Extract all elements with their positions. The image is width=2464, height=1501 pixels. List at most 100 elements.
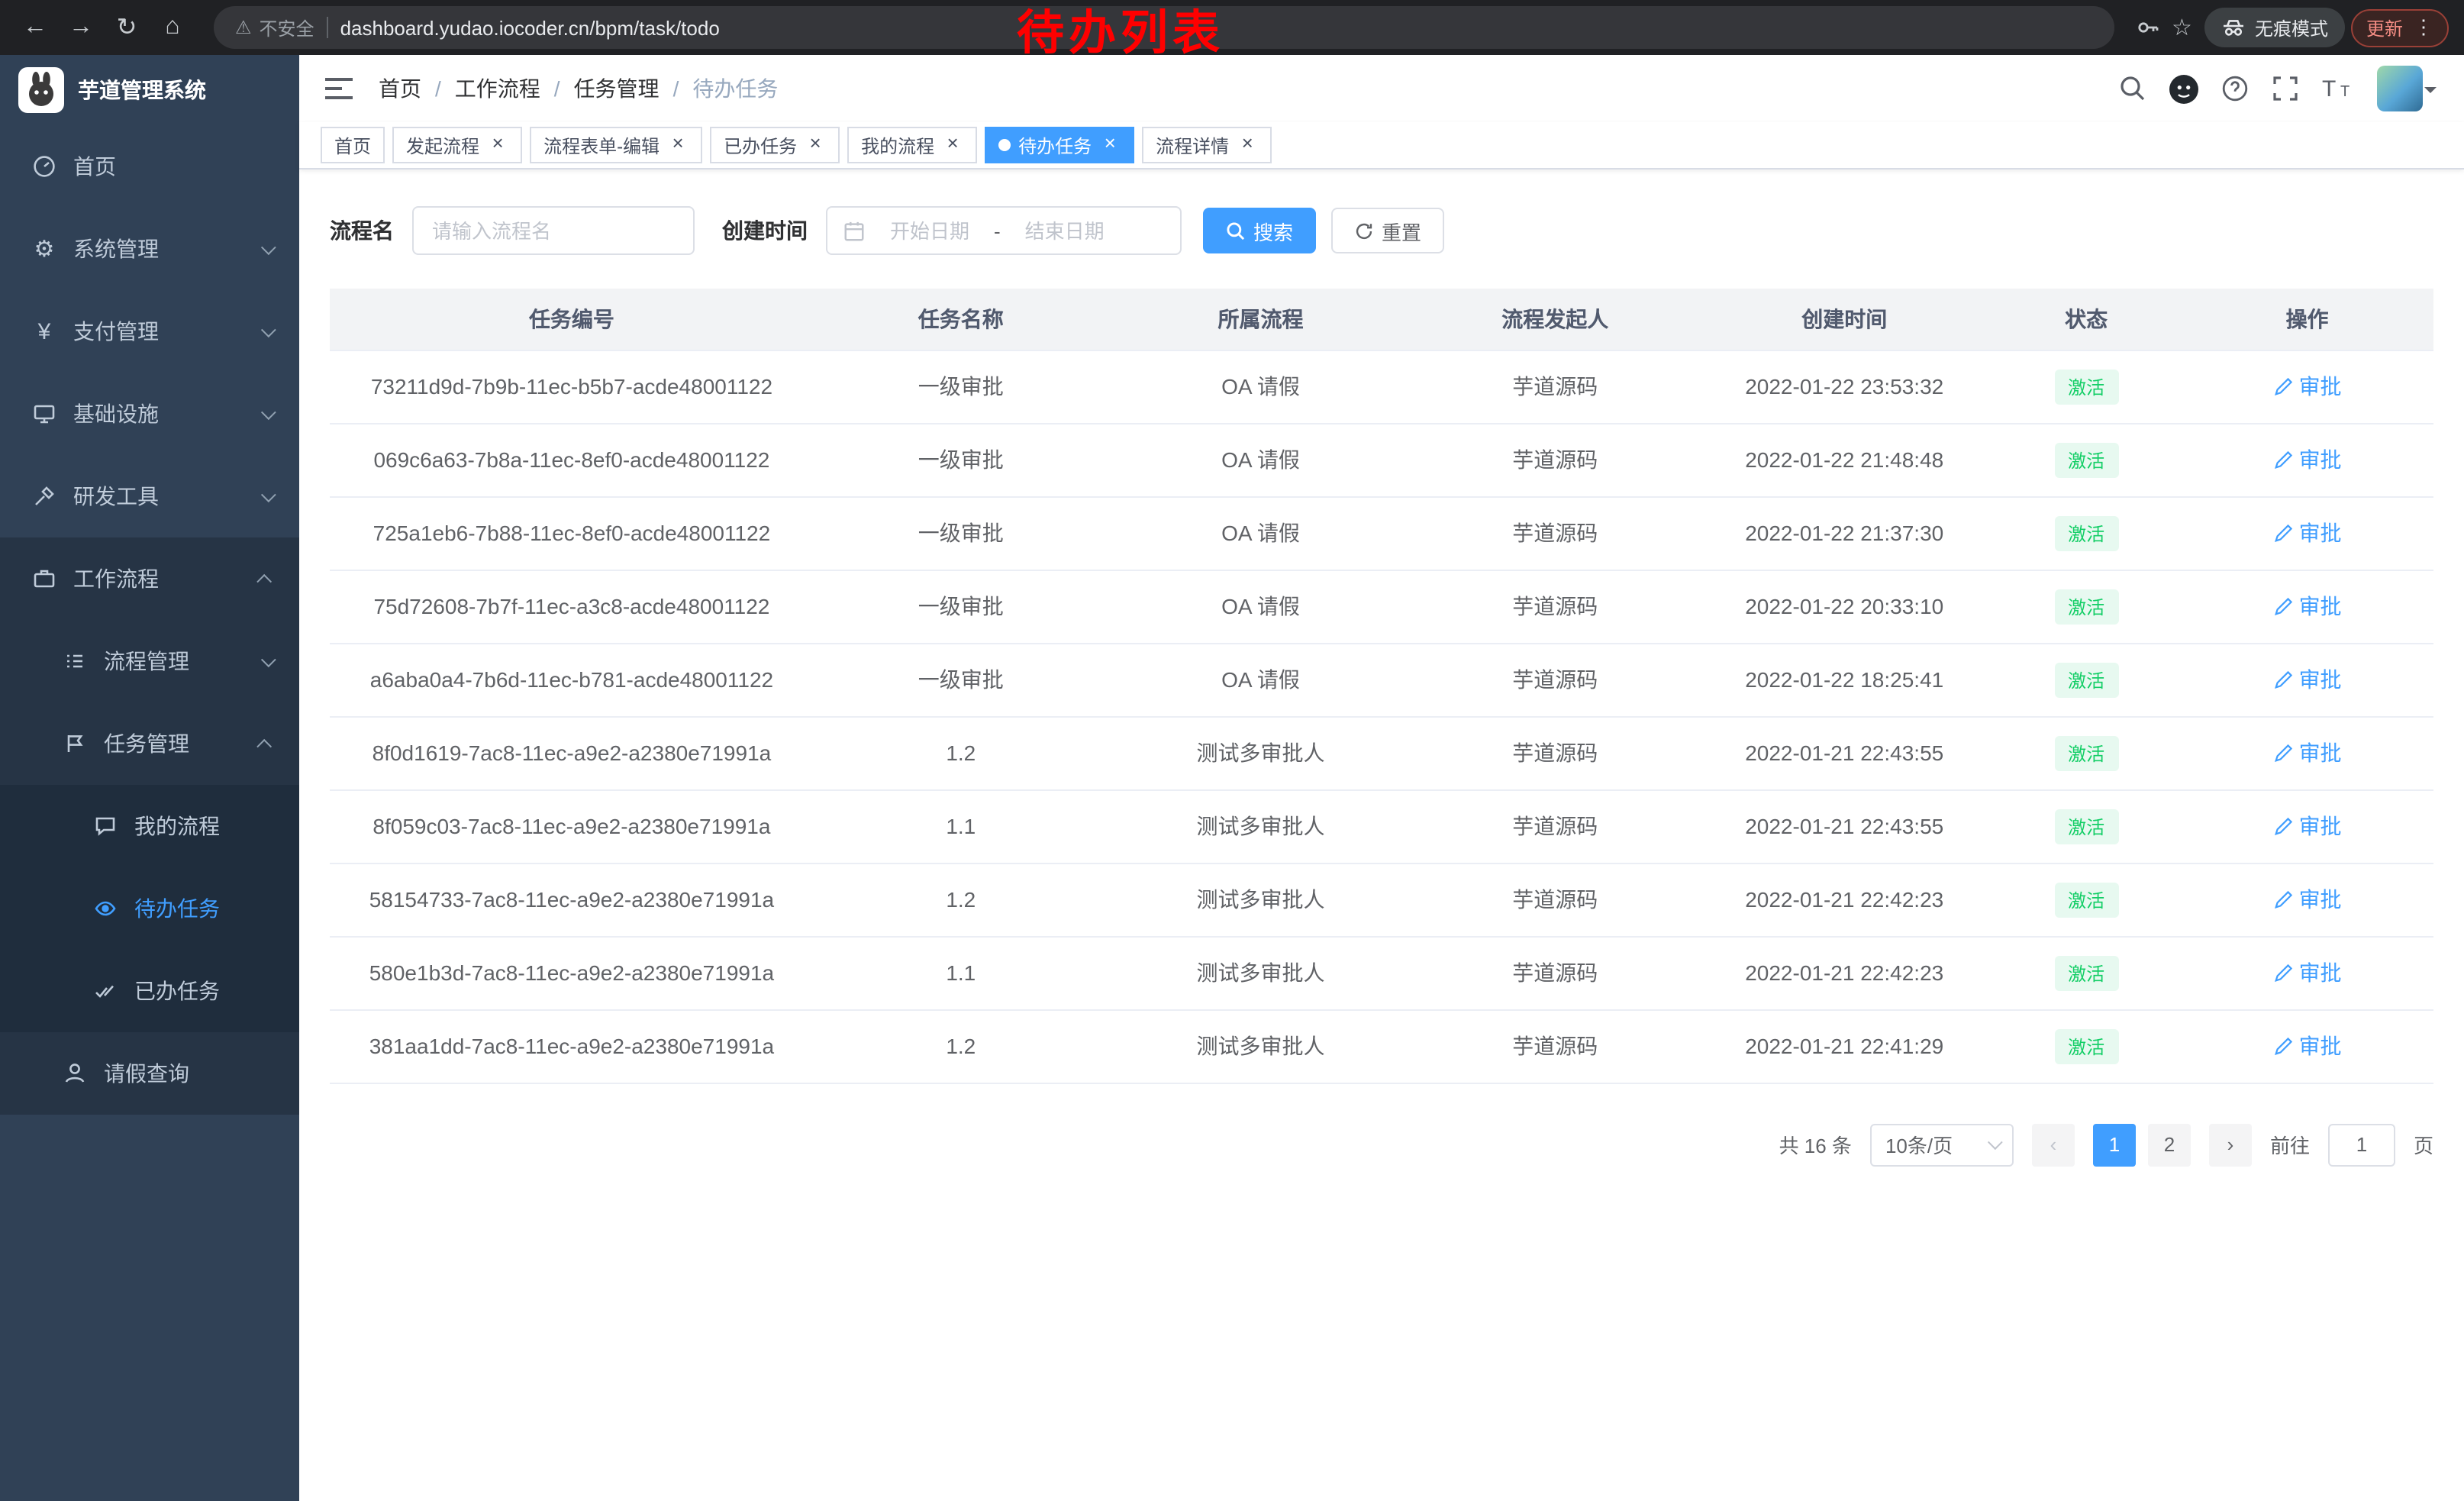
browser-update-chip[interactable]: 更新 ⋮ — [2351, 8, 2449, 47]
approve-link[interactable]: 审批 — [2273, 371, 2342, 402]
breadcrumb-workflow[interactable]: 工作流程 — [455, 73, 540, 104]
col-initiator: 流程发起人 — [1413, 289, 1697, 350]
tab-已办任务[interactable]: 已办任务 × — [710, 127, 840, 163]
user-menu[interactable] — [2377, 66, 2437, 111]
tab-close-icon[interactable]: × — [487, 134, 508, 156]
approve-link[interactable]: 审批 — [2273, 1031, 2342, 1061]
browser-menu-icon[interactable]: ⋮ — [2414, 15, 2433, 40]
bookmark-star-icon[interactable]: ☆ — [2172, 14, 2192, 41]
tab-待办任务[interactable]: 待办任务× — [985, 127, 1134, 163]
app-title: 芋道管理系统 — [78, 75, 206, 105]
reset-button[interactable]: 重置 — [1331, 208, 1444, 253]
header-actions: TT — [2119, 66, 2437, 111]
tab-首页[interactable]: 首页 — [321, 127, 385, 163]
tab-流程表单-编辑[interactable]: 流程表单-编辑× — [530, 127, 702, 163]
page-button-1[interactable]: 1 — [2093, 1123, 2136, 1166]
sidebar-item-label: 首页 — [73, 151, 116, 182]
key-icon[interactable] — [2135, 15, 2159, 40]
sidebar-item-payment-mgmt[interactable]: ¥ 支付管理 — [0, 290, 299, 373]
font-size-icon[interactable]: TT — [2322, 75, 2354, 102]
app-logo[interactable]: 芋道管理系统 — [0, 55, 299, 125]
sidebar-item-workflow[interactable]: 工作流程 — [0, 537, 299, 620]
approve-link[interactable]: 审批 — [2273, 884, 2342, 915]
svg-text:T: T — [2340, 83, 2350, 100]
sidebar-item-system-mgmt[interactable]: ⚙ 系统管理 — [0, 208, 299, 290]
logo-image — [18, 67, 64, 113]
approve-link[interactable]: 审批 — [2273, 518, 2342, 548]
approve-link[interactable]: 审批 — [2273, 738, 2342, 768]
approve-label: 审批 — [2299, 738, 2342, 768]
sidebar-item-process-mgmt[interactable]: 流程管理 — [0, 620, 299, 702]
task-id-cell: 381aa1dd-7ac8-11ec-a9e2-a2380e71991a — [330, 1009, 814, 1083]
browser-refresh-icon[interactable]: ↻ — [107, 8, 147, 47]
search-button[interactable]: 搜索 — [1203, 208, 1316, 253]
prev-page-button[interactable]: ‹ — [2032, 1123, 2075, 1166]
status-badge: 激活 — [2054, 882, 2118, 917]
date-range-separator: - — [994, 219, 1001, 242]
sidebar-item-task-mgmt[interactable]: 任务管理 — [0, 702, 299, 785]
tab-label: 已办任务 — [724, 132, 797, 158]
url-text[interactable]: dashboard.yudao.iocoder.cn/bpm/task/todo — [340, 16, 720, 39]
search-icon[interactable] — [2119, 75, 2146, 102]
page-button-2[interactable]: 2 — [2148, 1123, 2191, 1166]
browser-home-icon[interactable]: ⌂ — [153, 8, 192, 47]
action-cell: 审批 — [2181, 423, 2433, 496]
browser-forward-icon[interactable]: → — [61, 8, 101, 47]
process-cell: 测试多审批人 — [1108, 716, 1414, 789]
approve-label: 审批 — [2299, 957, 2342, 988]
process-cell: OA 请假 — [1108, 350, 1414, 423]
approve-label: 审批 — [2299, 371, 2342, 402]
process-cell: OA 请假 — [1108, 496, 1414, 570]
status-cell: 激活 — [1992, 350, 2181, 423]
approve-label: 审批 — [2299, 664, 2342, 695]
sidebar-item-todo-tasks[interactable]: 待办任务 — [0, 867, 299, 950]
status-badge: 激活 — [2054, 589, 2118, 624]
task-name-cell: 一级审批 — [814, 350, 1108, 423]
fullscreen-icon[interactable] — [2272, 75, 2299, 102]
process-cell: 测试多审批人 — [1108, 863, 1414, 936]
breadcrumb-task-mgmt[interactable]: 任务管理 — [574, 73, 660, 104]
approve-link[interactable]: 审批 — [2273, 664, 2342, 695]
page-size-select[interactable]: 10条/页 — [1870, 1123, 2014, 1166]
approve-link[interactable]: 审批 — [2273, 957, 2342, 988]
tab-close-icon[interactable]: × — [1099, 134, 1121, 156]
tab-我的流程[interactable]: 我的流程× — [847, 127, 977, 163]
tab-close-icon[interactable]: × — [942, 134, 963, 156]
created-time-cell: 2022-01-21 22:42:23 — [1697, 936, 1992, 1009]
next-page-button[interactable]: › — [2209, 1123, 2252, 1166]
sidebar-item-label: 研发工具 — [73, 481, 159, 512]
next-page-icon: › — [2227, 1133, 2234, 1156]
created-time-cell: 2022-01-22 20:33:10 — [1697, 570, 1992, 643]
tab-close-icon[interactable]: × — [667, 134, 689, 156]
tab-close-icon[interactable]: × — [805, 134, 826, 156]
process-name-input[interactable] — [412, 206, 695, 255]
goto-page-input[interactable] — [2328, 1123, 2395, 1166]
sidebar-item-dev-tools[interactable]: 研发工具 — [0, 455, 299, 537]
help-icon[interactable] — [2221, 75, 2249, 102]
sidebar-item-infrastructure[interactable]: 基础设施 — [0, 373, 299, 455]
end-date-input[interactable] — [1007, 219, 1123, 242]
security-label[interactable]: ⚠ 不安全 — [235, 15, 314, 40]
date-range-picker[interactable]: - — [826, 206, 1182, 255]
sidebar-item-leave-query[interactable]: 请假查询 — [0, 1032, 299, 1115]
browser-back-icon[interactable]: ← — [15, 8, 55, 47]
sidebar-item-my-process[interactable]: 我的流程 — [0, 785, 299, 867]
incognito-icon — [2221, 15, 2246, 40]
tab-发起流程[interactable]: 发起流程× — [392, 127, 522, 163]
start-date-input[interactable] — [872, 219, 988, 242]
menu-fold-icon[interactable] — [324, 76, 354, 101]
approve-link[interactable]: 审批 — [2273, 811, 2342, 841]
avatar[interactable] — [2377, 66, 2423, 111]
tab-流程详情[interactable]: 流程详情× — [1142, 127, 1272, 163]
approve-label: 审批 — [2299, 884, 2342, 915]
sidebar-item-done-tasks[interactable]: 已办任务 — [0, 950, 299, 1032]
breadcrumb-home[interactable]: 首页 — [379, 73, 421, 104]
table-row: 725a1eb6-7b88-11ec-8ef0-acde48001122一级审批… — [330, 496, 2433, 570]
tab-close-icon[interactable]: × — [1237, 134, 1258, 156]
status-badge: 激活 — [2054, 515, 2118, 550]
approve-link[interactable]: 审批 — [2273, 444, 2342, 475]
sidebar-item-home[interactable]: 首页 — [0, 125, 299, 208]
approve-link[interactable]: 审批 — [2273, 591, 2342, 621]
github-icon[interactable] — [2169, 74, 2198, 103]
update-label[interactable]: 更新 — [2366, 15, 2403, 40]
